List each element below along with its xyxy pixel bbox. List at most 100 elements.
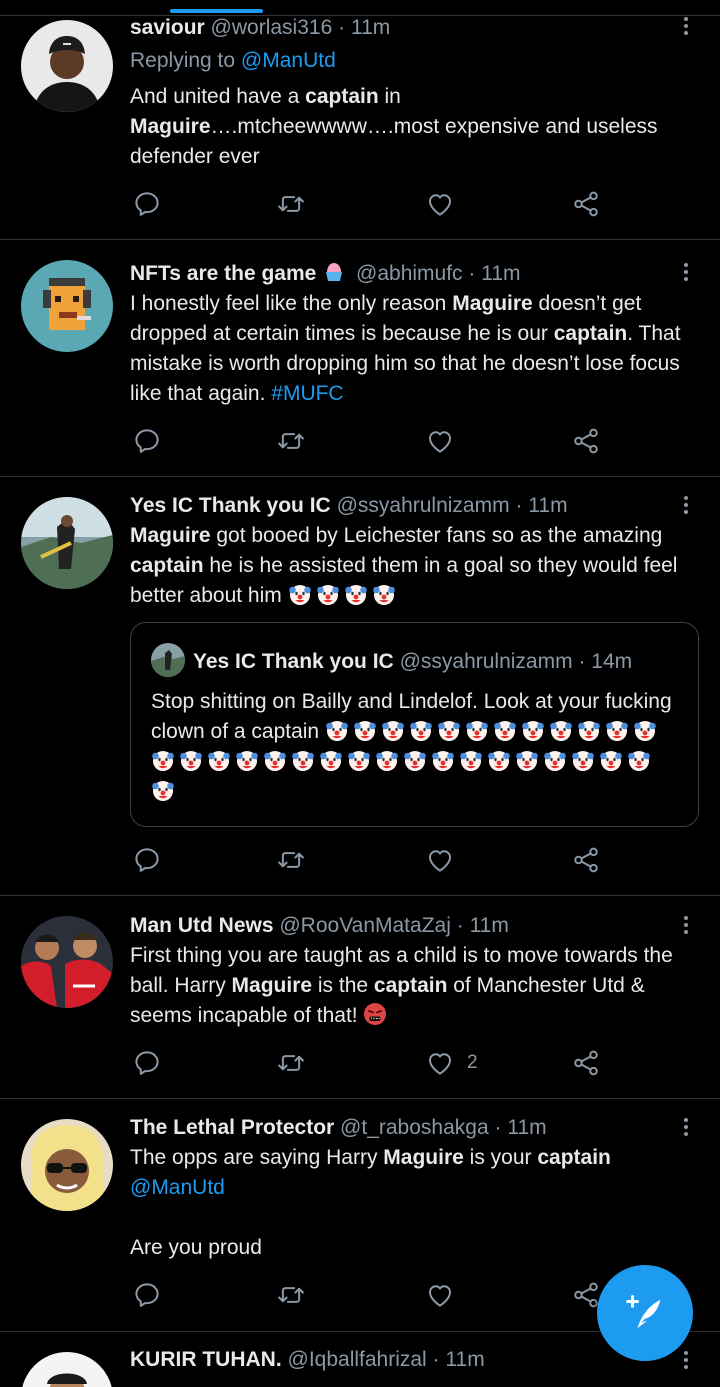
avatar[interactable] [21,1119,113,1211]
highlight-term: Maguire [383,1146,464,1169]
highlight-term: captain [553,322,628,345]
more-icon[interactable] [678,14,694,38]
like-button[interactable] [425,425,467,457]
text-part: The opps are saying Harry [130,1146,384,1169]
handle[interactable]: @Iqballfahrizal [288,1348,427,1371]
share-button[interactable] [571,188,601,220]
display-name[interactable]: The Lethal Protector [130,1116,334,1139]
avatar[interactable] [21,260,113,352]
share-button[interactable] [571,844,601,876]
tweet-actions [130,188,610,220]
handle[interactable]: @t_raboshakga [340,1116,489,1139]
like-count: 2 [467,1052,478,1073]
display-name[interactable]: NFTs are the game [130,262,316,285]
share-icon [571,845,601,875]
tweet-text: And united have a captain in Maguire….mt… [130,82,705,172]
timestamp[interactable]: 11m [351,16,390,39]
handle[interactable]: @abhimufc [356,262,463,285]
avatar[interactable] [21,20,113,112]
retweet-button[interactable] [276,188,306,220]
reply-button[interactable] [132,844,162,876]
more-icon[interactable] [678,493,694,517]
tweet-actions [130,844,610,876]
quoted-display-name: Yes IC Thank you IC [193,650,394,673]
timestamp[interactable]: 11m [481,262,520,285]
retweet-button[interactable] [276,844,306,876]
quoted-tweet[interactable]: Yes IC Thank you IC @ssyahrulnizamm · 14… [130,622,699,827]
display-name[interactable]: Man Utd News [130,914,274,937]
display-name[interactable]: Yes IC Thank you IC [130,494,331,517]
display-name[interactable]: saviour [130,16,205,39]
share-button[interactable] [571,1047,601,1079]
timestamp[interactable]: 11m [507,1116,546,1139]
more-icon[interactable] [678,1348,694,1372]
reply-icon [132,845,162,875]
reply-button[interactable] [132,188,162,220]
compose-tweet-button[interactable] [597,1265,693,1361]
clown-face-emoji [179,748,203,772]
more-icon[interactable] [678,260,694,284]
mention-link[interactable]: @ManUtd [241,49,336,72]
tweet[interactable]: Man Utd News @RooVanMataZaj · 11m First … [0,896,720,1099]
text-part: I honestly feel like the only reason [130,292,453,315]
separator: · [578,650,586,673]
text-part: Are you proud [130,1236,262,1259]
tweet-text: First thing you are taught as a child is… [130,941,705,1031]
clown-face-emoji [521,718,545,742]
more-icon[interactable] [678,1115,694,1139]
reply-button[interactable] [132,425,162,457]
retweet-icon [276,1048,306,1078]
clown-face-emoji [381,718,405,742]
handle[interactable]: @worlasi316 [211,16,333,39]
highlight-term: captain [537,1146,611,1169]
like-button[interactable] [425,188,467,220]
avatar[interactable] [21,497,113,589]
highlight-term: captain [305,85,379,108]
clown-face-emoji [291,748,315,772]
tweet[interactable]: Yes IC Thank you IC @ssyahrulnizamm · 11… [0,477,720,896]
clown-face-emoji [409,718,433,742]
retweet-button[interactable] [276,425,306,457]
share-icon [571,1048,601,1078]
timestamp[interactable]: 11m [445,1348,484,1371]
retweet-button[interactable] [276,1279,306,1311]
avatar[interactable] [21,916,113,1008]
like-icon [425,189,455,219]
highlight-term: captain [130,554,204,577]
clown-face-emoji [571,748,595,772]
shaved-ice-emoji [322,260,346,284]
mention-link[interactable]: @ManUtd [130,1176,225,1199]
retweet-button[interactable] [276,1047,306,1079]
display-name[interactable]: KURIR TUHAN. [130,1348,282,1371]
retweet-icon [276,189,306,219]
text-part: And united have a [130,85,306,108]
like-button[interactable]: 2 [425,1047,478,1079]
timestamp[interactable]: 11m [528,494,567,517]
clown-face-emoji [151,778,175,802]
like-button[interactable] [425,844,467,876]
reply-button[interactable] [132,1279,162,1311]
retweet-icon [276,426,306,456]
reply-button[interactable] [132,1047,162,1079]
handle[interactable]: @RooVanMataZaj [279,914,451,937]
compose-tweet-icon [626,1295,661,1329]
clown-face-emoji [344,582,368,606]
clown-face-emoji [599,748,623,772]
highlight-term: Maguire [231,974,313,997]
share-button[interactable] [571,425,601,457]
avatar[interactable] [21,1352,113,1387]
reply-icon [132,1280,162,1310]
clown-face-emoji [375,748,399,772]
tweet[interactable]: saviour @worlasi316 · 11m Replying to @M… [0,0,720,240]
handle[interactable]: @ssyahrulnizamm [337,494,510,517]
separator: · [468,262,476,285]
highlight-term: captain [373,974,448,997]
quoted-text: Stop shitting on Bailly and Lindelof. Lo… [151,687,681,807]
clown-face-emoji [288,582,312,606]
clown-face-emoji [263,748,287,772]
more-icon[interactable] [678,913,694,937]
timestamp[interactable]: 11m [470,914,509,937]
like-button[interactable] [425,1279,467,1311]
hashtag-link[interactable]: #MUFC [271,382,343,405]
tweet[interactable]: NFTs are the game @abhimufc · 11m I hone… [0,240,720,477]
